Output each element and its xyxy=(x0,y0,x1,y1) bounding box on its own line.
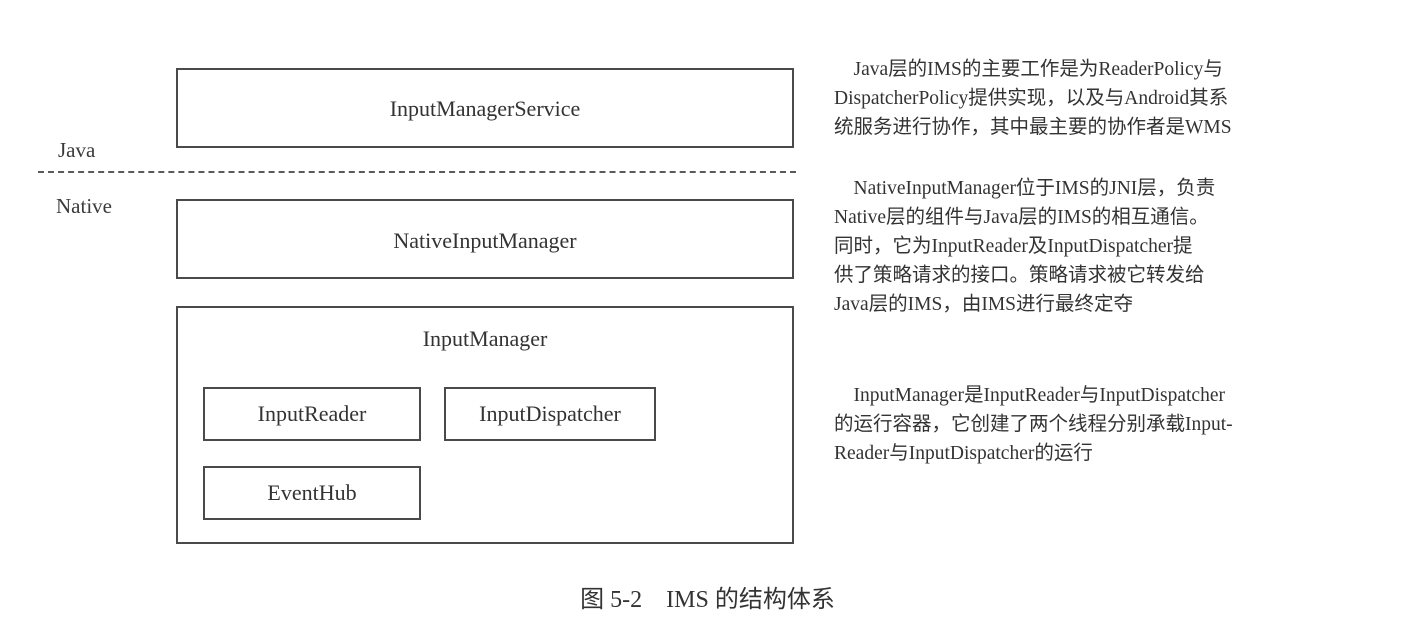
input-manager-service-label: InputManagerService xyxy=(389,96,581,121)
input-dispatcher-box: InputDispatcher xyxy=(444,387,656,441)
desc-line: 统服务进行协作，其中最主要的协作者是WMS xyxy=(834,117,1232,138)
input-reader-box: InputReader xyxy=(203,387,421,441)
java-layer-label: Java xyxy=(58,138,96,162)
native-layer-label: Native xyxy=(56,194,112,218)
desc-line: 同时，它为InputReader及InputDispatcher提 xyxy=(834,236,1193,257)
desc-line: Native层的组件与Java层的IMS的相互通信。 xyxy=(834,207,1209,228)
native-input-manager-description: NativeInputManager位于IMS的JNI层，负责 Native层的… xyxy=(834,174,1394,319)
desc-line: Java层的IMS，由IMS进行最终定夺 xyxy=(834,294,1134,315)
input-dispatcher-label: InputDispatcher xyxy=(479,401,621,426)
input-manager-service-box: InputManagerService xyxy=(176,68,794,148)
native-input-manager-label: NativeInputManager xyxy=(393,228,577,253)
desc-line: InputManager是InputReader与InputDispatcher xyxy=(834,385,1225,406)
input-manager-description: InputManager是InputReader与InputDispatcher… xyxy=(834,381,1394,468)
input-reader-label: InputReader xyxy=(257,401,367,426)
event-hub-box: EventHub xyxy=(203,466,421,520)
desc-line: Java层的IMS的主要工作是为ReaderPolicy与 xyxy=(834,59,1223,80)
desc-line: Reader与InputDispatcher的运行 xyxy=(834,443,1093,464)
java-native-divider xyxy=(38,171,796,173)
input-manager-label: InputManager xyxy=(422,326,548,351)
native-input-manager-box: NativeInputManager xyxy=(176,199,794,279)
desc-line: DispatcherPolicy提供实现，以及与Android其系 xyxy=(834,88,1229,109)
desc-line: 供了策略请求的接口。策略请求被它转发给 xyxy=(834,265,1205,286)
desc-line: 的运行容器，它创建了两个线程分别承载Input- xyxy=(834,414,1233,435)
input-manager-box: InputManager InputReader InputDispatcher… xyxy=(176,306,794,544)
ims-java-description: Java层的IMS的主要工作是为ReaderPolicy与 Dispatcher… xyxy=(834,55,1394,142)
figure-caption: 图 5-2 IMS 的结构体系 xyxy=(580,587,835,613)
event-hub-label: EventHub xyxy=(267,480,357,505)
desc-line: NativeInputManager位于IMS的JNI层，负责 xyxy=(834,178,1216,199)
